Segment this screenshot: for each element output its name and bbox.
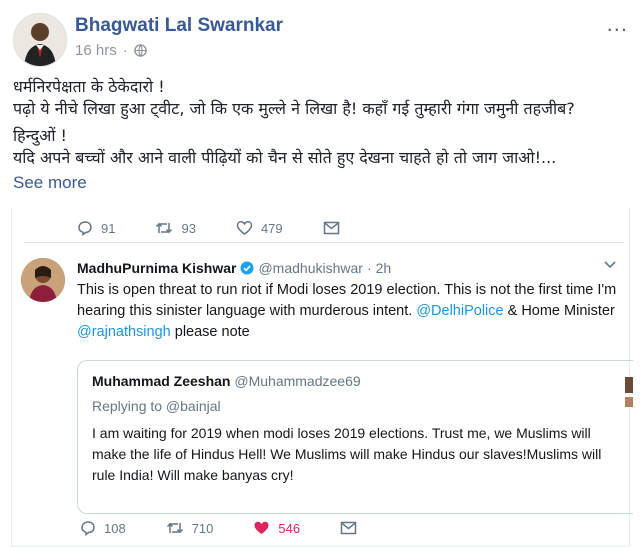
quoted-author-handle: @Muhammadzee69 [234,373,361,389]
tweet-text: This is open threat to run riot if Modi … [77,280,622,343]
mention-rajnathsingh[interactable]: @rajnathsingh [77,324,171,340]
tweet-author-photo [21,258,65,302]
heart-icon [236,221,253,235]
post-line: धर्मनिरपेक्षता के ठेकेदारो ! [13,77,165,96]
envelope-icon [340,521,357,535]
post-header: Bhagwati Lal Swarnkar 16 hrs · ... [13,11,628,67]
tweet-actions-bottom: 108 710 546 [80,520,397,536]
heart-filled-icon [254,521,269,534]
replying-to: Replying to @bainjal [92,398,221,414]
side-thumbnail-icon [625,377,633,407]
retweet-icon [166,522,183,534]
tweet-author-avatar[interactable] [21,258,65,302]
reply-count: 108 [104,520,126,536]
author-photo [14,14,66,66]
dm-action[interactable] [323,221,340,235]
quoted-tweet[interactable]: Muhammad Zeeshan @Muhammadzee69 Replying… [77,360,633,514]
tweet-header: MadhuPurnima Kishwar @madhukishwar · 2h [77,260,391,276]
mention-delhi-police[interactable]: @DelhiPolice [416,303,503,319]
post-menu-button[interactable]: ... [607,11,628,37]
dot-separator: · [122,42,128,59]
retweet-count: 93 [181,220,196,236]
reply-count: 91 [101,220,116,236]
retweet-action[interactable]: 93 [155,220,196,236]
retweet-action[interactable]: 710 [166,520,214,536]
reply-action[interactable]: 108 [80,520,126,536]
tweet-text-part: & Home Minister [503,303,615,319]
post-body: धर्मनिरपेक्षता के ठेकेदारो ! पढ़ो ये नीच… [13,76,628,194]
chevron-down-icon[interactable] [603,260,617,270]
reply-icon [78,221,92,236]
tweet-author-name[interactable]: MadhuPurnima Kishwar [77,260,236,276]
post-meta: 16 hrs · [75,42,147,59]
author-avatar[interactable] [13,13,67,67]
tweet-author-handle[interactable]: @madhukishwar [258,260,362,276]
envelope-icon [323,221,339,235]
verified-badge-icon [240,261,254,275]
tweet-screenshot: 91 93 479 MadhuPurnima Kishwar @madhukis… [11,208,633,547]
reply-action[interactable]: 91 [77,220,115,236]
quoted-tweet-header: Muhammad Zeeshan @Muhammadzee69 [92,373,361,389]
like-action[interactable]: 546 [253,520,300,536]
like-action[interactable]: 479 [236,220,283,236]
quoted-author-name: Muhammad Zeeshan [92,373,231,389]
quoted-tweet-text: I am waiting for 2019 when modi loses 20… [92,425,602,483]
globe-icon [133,44,147,57]
post-time[interactable]: 16 hrs [75,42,117,59]
retweet-count: 710 [191,520,214,536]
dm-action[interactable] [340,521,357,535]
post-line: हिन्दुओं ! [13,126,67,145]
tweet-time[interactable]: 2h [376,260,392,276]
post-line: पढ़ो ये नीचे लिखा हुआ ट्वीट, जो कि एक मु… [13,99,575,118]
like-count: 479 [260,220,283,236]
facebook-post: Bhagwati Lal Swarnkar 16 hrs · ... धर्मन… [0,0,640,547]
post-line: यदि अपने बच्चों और आने वाली पीढ़ियों को … [13,148,557,167]
reply-icon [81,521,95,536]
tweet-divider [24,242,624,243]
tweet-actions-top: 91 93 479 [77,220,380,236]
like-count: 546 [278,520,301,536]
author-name[interactable]: Bhagwati Lal Swarnkar [75,15,283,37]
dot-separator: · [366,260,372,276]
tweet-text-part: please note [170,324,250,340]
retweet-icon [156,222,173,234]
see-more-link[interactable]: See more [13,172,628,194]
